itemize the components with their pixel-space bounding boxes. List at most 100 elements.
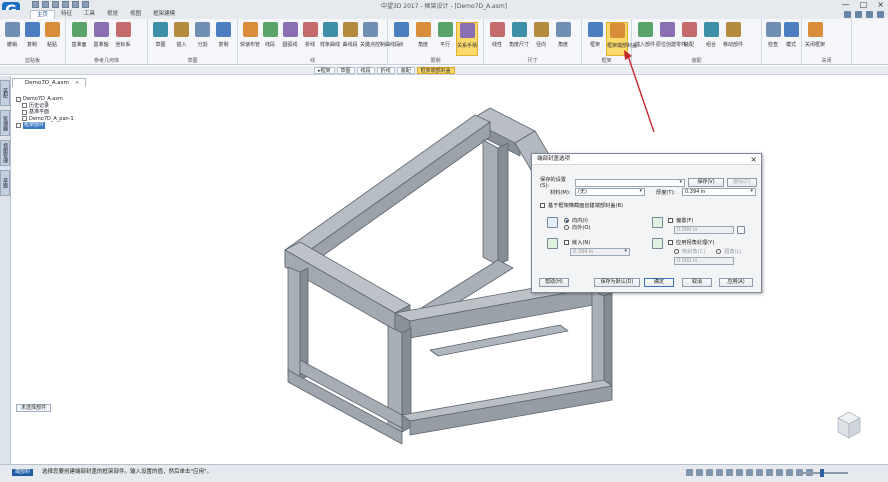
zoom-slider-thumb[interactable] [820, 469, 824, 477]
breadcrumb-item[interactable]: ▸框架 [314, 67, 335, 74]
document-tab[interactable]: Demo7D_A.asm × [12, 78, 87, 87]
chamfer-radio[interactable] [674, 249, 679, 254]
settings-icon[interactable] [855, 11, 862, 18]
document-tab-close-icon[interactable]: × [75, 80, 80, 86]
ribbon-button-angle2[interactable]: 角度 [552, 22, 574, 56]
window-title: 中望3D 2017 - 框架设计 - [Demo7D_A.asm] [380, 3, 508, 10]
color-icon[interactable] [776, 469, 783, 476]
outward-radio[interactable] [564, 225, 569, 230]
help-icon[interactable] [844, 11, 851, 18]
dialog-close-icon[interactable]: × [750, 154, 757, 165]
tab-frame-modeling[interactable]: 框架建模 [147, 10, 181, 19]
inset-input[interactable]: 0.394 in [570, 248, 630, 256]
ribbon-button-copy[interactable]: 复制 [22, 22, 42, 56]
ribbon-button-csys[interactable]: 坐标系 [112, 22, 134, 56]
orient-icon[interactable] [786, 469, 793, 476]
section-icon[interactable] [736, 469, 743, 476]
corner-distance-input[interactable]: 0.000 in [674, 257, 734, 265]
grid-icon[interactable] [706, 469, 713, 476]
dialog-title-bar[interactable]: 端部封盖选项 × [532, 154, 761, 165]
based-on-checkbox[interactable] [540, 203, 545, 208]
display-icon[interactable] [716, 469, 723, 476]
tree-item-frame-part[interactable]: 框架部件 [16, 122, 74, 129]
ribbon-button-plane[interactable]: 基准面 [68, 22, 90, 56]
view-cube-icon[interactable] [836, 410, 862, 442]
plane-icon [71, 22, 87, 37]
tab-visual[interactable]: 视觉 [101, 10, 124, 19]
ribbon-button-axis[interactable]: 基准轴 [90, 22, 112, 56]
breadcrumb-item[interactable]: 草图 [336, 67, 355, 74]
material-select[interactable]: (无) [575, 188, 645, 196]
breadcrumb-item[interactable]: 装配 [396, 67, 415, 74]
ribbon-button-spline[interactable]: 样条曲线 [320, 22, 340, 56]
ribbon-button-angle[interactable]: 角度 [412, 22, 434, 56]
ribbon-button-keycurve[interactable]: 关键点控制曲线段 [360, 22, 400, 56]
delete-preset-button[interactable]: 删除(D) [727, 178, 757, 187]
offset-input[interactable]: 0.000 in [674, 226, 734, 234]
close-window-button[interactable]: × [877, 0, 884, 9]
snap-icon[interactable] [696, 469, 703, 476]
corner-checkbox[interactable] [668, 240, 673, 245]
ribbon-button-mode[interactable]: 模式 [782, 22, 800, 56]
help-button[interactable]: 帮助(H) [539, 278, 569, 287]
tab-tools[interactable]: 工具 [78, 10, 101, 19]
rail-view-manager[interactable]: 视图管理 [0, 140, 10, 166]
maximize-button[interactable]: □ [860, 0, 868, 9]
ribbon-button-check[interactable]: 检查 [764, 22, 782, 56]
ribbon-button-combine[interactable]: 组合 [700, 22, 722, 56]
rail-manager[interactable]: 管理器 [0, 110, 10, 136]
rail-assembly[interactable]: 装配 [0, 80, 10, 106]
inward-radio[interactable] [564, 218, 569, 223]
tab-view[interactable]: 视图 [124, 10, 147, 19]
ribbon-button-line[interactable]: 线段 [260, 22, 280, 56]
reset-icon[interactable] [737, 226, 745, 234]
ribbon-button-point[interactable]: 点 [390, 22, 412, 56]
ribbon-button-curve[interactable]: 曲线段 [340, 22, 360, 56]
expand-icon[interactable] [877, 11, 884, 18]
preset-select[interactable] [575, 178, 685, 187]
ribbon-button-assembly[interactable]: 装配 [678, 22, 700, 56]
save-preset-button[interactable]: 保存(V) [688, 178, 724, 187]
ribbon-button-frame[interactable]: 框架 [584, 22, 606, 56]
fillet-radio[interactable] [716, 249, 722, 254]
ribbon-button-linear[interactable]: 线性 [486, 22, 508, 56]
apply-button[interactable]: 应用(A) [719, 278, 753, 287]
measure-icon[interactable] [746, 469, 753, 476]
ribbon-button-paste[interactable]: 粘贴 [42, 22, 62, 56]
cancel-button[interactable]: 取消 [682, 278, 712, 287]
layer-icon[interactable] [766, 469, 773, 476]
ribbon-button-polyline[interactable]: 折线 [300, 22, 320, 56]
breadcrumb-item[interactable]: 框架端部封盖 [416, 67, 455, 74]
ribbon-button-split[interactable]: 分割 [192, 22, 213, 56]
info-icon[interactable] [866, 11, 873, 18]
zoom-slider[interactable] [800, 472, 848, 474]
save-default-button[interactable]: 保存为默认(D) [594, 278, 640, 287]
ribbon-button-arc[interactable]: 圆弧线 [280, 22, 300, 56]
ribbon-button-route[interactable]: 快速布管 [240, 22, 260, 56]
render-icon[interactable] [726, 469, 733, 476]
ribbon-button-move[interactable]: 移动部件 [722, 22, 744, 56]
ribbon-button-label: 撤销 [6, 42, 17, 48]
ribbon-button-sketch[interactable]: 草图 [150, 22, 171, 56]
ribbon-button-angledim[interactable]: 角度尺寸 [508, 22, 530, 56]
offset-checkbox[interactable] [668, 218, 673, 223]
fit-icon[interactable] [756, 469, 763, 476]
status-command-tag: 端部封 [12, 469, 34, 476]
tab-home[interactable]: 主页 [30, 10, 56, 19]
tab-features[interactable]: 特征 [55, 10, 78, 19]
ribbon-button-parallel[interactable]: 平行 [434, 22, 456, 56]
ribbon-button-radial[interactable]: 径向 [530, 22, 552, 56]
rail-sketch[interactable]: 草图 [0, 170, 10, 196]
minimize-button[interactable]: — [842, 0, 850, 9]
breadcrumb-item[interactable]: 折线 [376, 67, 395, 74]
ribbon-button-relation[interactable]: 关系手柄 [456, 22, 478, 56]
ribbon-button-close-frame[interactable]: 关闭框架 [804, 22, 826, 56]
inset-checkbox[interactable] [564, 240, 569, 245]
ribbon-button-undo[interactable]: 撤销 [2, 22, 22, 56]
breadcrumb-item[interactable]: 线段 [356, 67, 375, 74]
ribbon-button-copy2[interactable]: 复制 [213, 22, 234, 56]
ok-button[interactable]: 确定 [644, 278, 674, 287]
ribbon-button-insert[interactable]: 插入 [171, 22, 192, 56]
thickness-input[interactable]: 0.394 in [682, 188, 756, 196]
filter-icon[interactable] [686, 469, 693, 476]
